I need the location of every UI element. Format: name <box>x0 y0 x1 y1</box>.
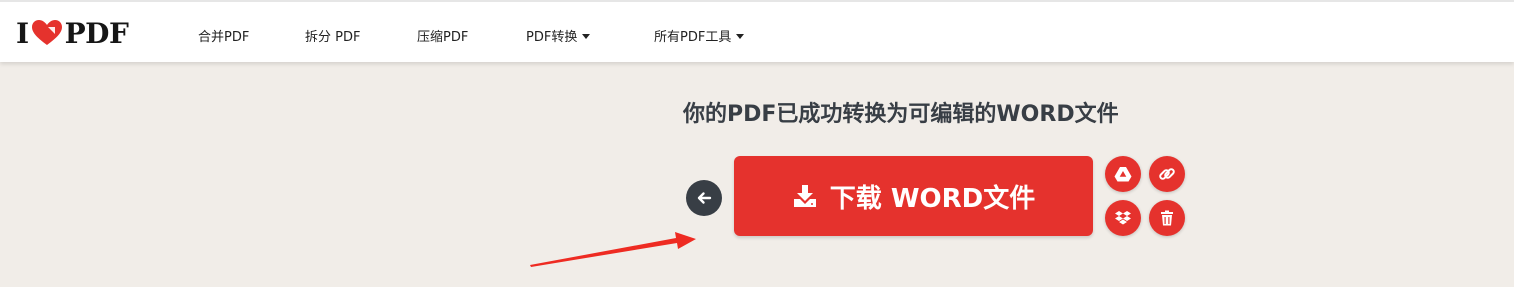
annotation-arrow <box>530 232 696 267</box>
